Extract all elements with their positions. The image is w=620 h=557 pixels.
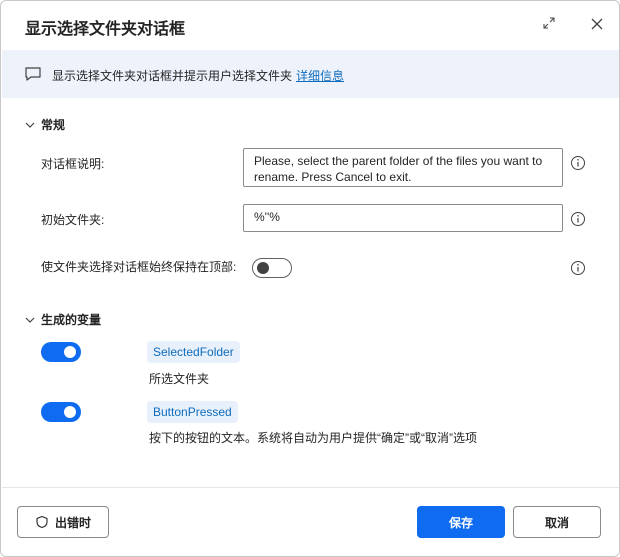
cancel-button[interactable]: 取消: [513, 506, 601, 538]
dialog-description-label: 对话框说明:: [41, 157, 105, 171]
toggle-knob: [257, 262, 269, 274]
initial-folder-label: 初始文件夹:: [41, 213, 105, 227]
on-error-button[interactable]: 出错时: [17, 506, 109, 538]
learn-more-link[interactable]: 详细信息: [296, 69, 344, 83]
variable-selected-folder[interactable]: SelectedFolder: [147, 341, 240, 363]
general-section-label: 常规: [41, 118, 66, 132]
info-circle-icon[interactable]: [570, 260, 586, 276]
variables-section-header[interactable]: 生成的变量: [25, 311, 101, 328]
toggle-knob: [64, 406, 76, 418]
general-section-header[interactable]: 常规: [25, 116, 65, 133]
info-bar: 显示选择文件夹对话框并提示用户选择文件夹 详细信息: [2, 50, 619, 98]
chevron-down-icon: [25, 122, 35, 128]
info-description: 显示选择文件夹对话框并提示用户选择文件夹: [52, 69, 293, 83]
close-icon[interactable]: [587, 14, 607, 34]
footer-divider: [2, 487, 619, 488]
info-text: 显示选择文件夹对话框并提示用户选择文件夹 详细信息: [52, 67, 344, 84]
save-button[interactable]: 保存: [417, 506, 505, 538]
keep-on-top-toggle[interactable]: [252, 258, 292, 278]
keep-on-top-label: 使文件夹选择对话框始终保持在顶部:: [41, 260, 237, 274]
chevron-down-icon: [25, 317, 35, 323]
toggle-knob: [64, 346, 76, 358]
shield-icon: [36, 515, 48, 529]
dialog: 显示选择文件夹对话框 显示选择文件夹对话框并提示用户选择文件夹 详细信息 常规 对…: [0, 0, 620, 557]
dialog-description-input[interactable]: Please, select the parent folder of the …: [243, 148, 563, 187]
variable-button-pressed[interactable]: ButtonPressed: [147, 401, 238, 423]
initial-folder-input[interactable]: %''%: [243, 204, 563, 232]
variable-selected-folder-description: 所选文件夹: [149, 372, 210, 386]
expand-icon[interactable]: [539, 16, 559, 36]
variable-button-pressed-description: 按下的按钮的文本。系统将自动为用户提供“确定”或“取消”选项: [149, 431, 477, 445]
on-error-label: 出错时: [54, 515, 91, 530]
info-circle-icon[interactable]: [570, 155, 586, 171]
variables-section-label: 生成的变量: [41, 313, 102, 327]
message-icon: [25, 67, 41, 81]
dialog-title: 显示选择文件夹对话框: [25, 21, 186, 38]
button-pressed-toggle[interactable]: [41, 402, 81, 422]
selected-folder-toggle[interactable]: [41, 342, 81, 362]
info-circle-icon[interactable]: [570, 211, 586, 227]
